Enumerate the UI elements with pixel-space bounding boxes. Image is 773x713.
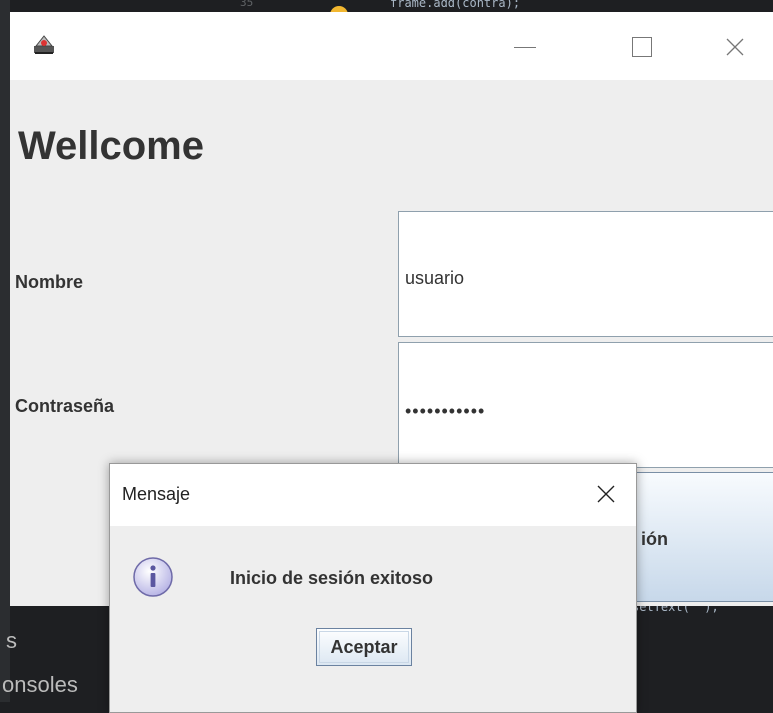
java-app-icon	[34, 35, 54, 54]
password-input-value: •••••••••••	[405, 401, 486, 421]
window-titlebar[interactable]	[10, 12, 773, 80]
maximize-icon	[632, 37, 652, 57]
maximize-button[interactable]	[622, 32, 662, 62]
close-icon	[597, 485, 615, 503]
login-button-label: ión	[641, 529, 668, 549]
close-icon	[726, 38, 744, 56]
dialog-close-button[interactable]	[590, 478, 622, 510]
line-number: 35	[240, 0, 254, 9]
code-line: frame.add(contra);	[390, 0, 521, 10]
page-title: Wellcome	[18, 124, 204, 168]
password-input[interactable]: •••••••••••	[398, 342, 773, 468]
message-dialog: Mensaje Inicio de sesión exitoso Aceptar	[109, 463, 637, 713]
accept-button[interactable]: Aceptar	[316, 628, 412, 666]
ide-left-edge	[0, 0, 10, 702]
dialog-message: Inicio de sesión exitoso	[230, 568, 434, 588]
name-label: Nombre	[15, 272, 84, 292]
minimize-icon	[514, 46, 536, 48]
close-button[interactable]	[715, 32, 755, 62]
name-input[interactable]: usuario	[398, 211, 773, 337]
minimize-button[interactable]	[505, 32, 545, 62]
dialog-title: Mensaje	[122, 484, 191, 504]
side-text-consoles: onsoles	[2, 672, 78, 697]
side-text-s: s	[6, 628, 17, 653]
password-label: Contraseña	[15, 396, 115, 416]
name-input-value: usuario	[405, 268, 465, 288]
info-icon	[133, 557, 173, 597]
dialog-titlebar[interactable]: Mensaje	[110, 464, 636, 526]
